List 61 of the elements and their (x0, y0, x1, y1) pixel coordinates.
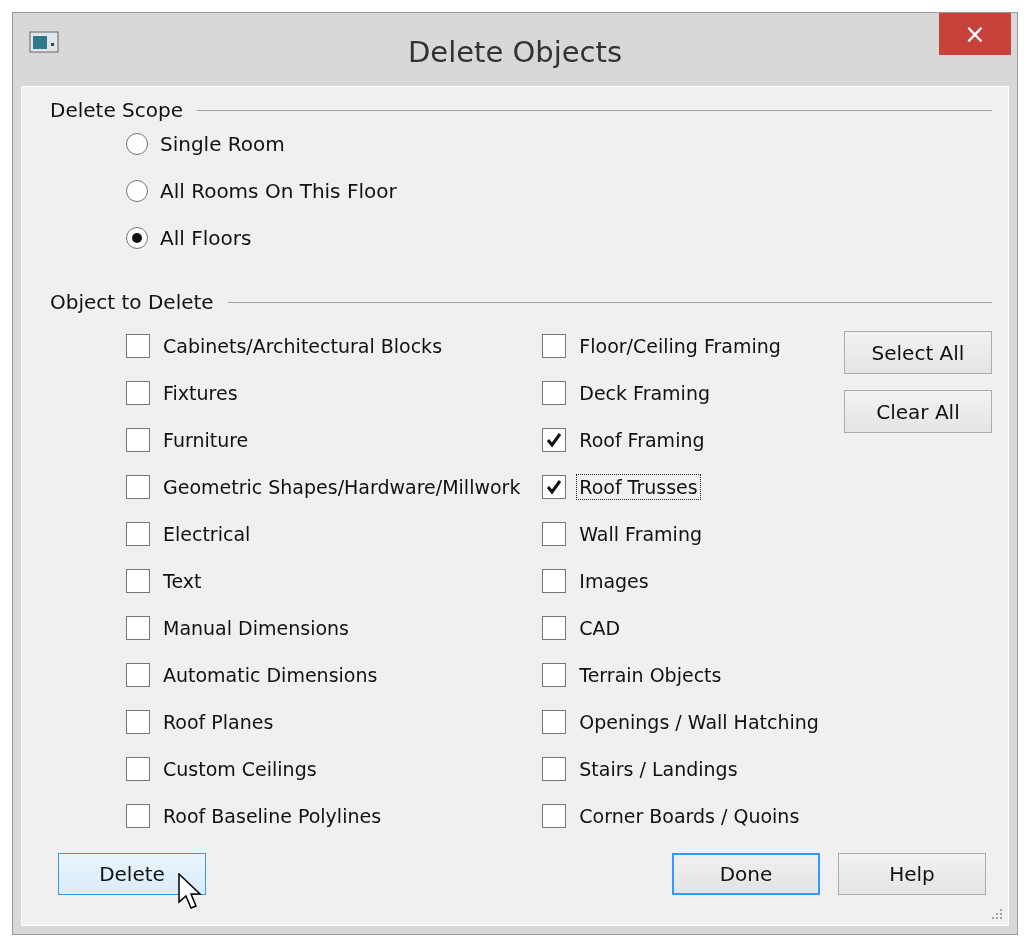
checkbox[interactable] (126, 569, 150, 593)
checkbox[interactable] (542, 334, 567, 358)
window-title: Delete Objects (407, 34, 623, 69)
checkbox-label: Images (578, 569, 650, 594)
checkbox-label: Electrical (162, 522, 252, 547)
checkbox-label: Custom Ceilings (162, 757, 318, 782)
checkbox-label: Geometric Shapes/Hardware/Millwork (162, 475, 522, 500)
checkbox-label: Cabinets/Architectural Blocks (162, 334, 444, 359)
checkbox-label: Floor/Ceiling Framing (578, 334, 782, 359)
checkbox-label: Corner Boards / Quoins (578, 804, 801, 829)
checkbox-label: Text (162, 569, 203, 594)
radio-button[interactable] (126, 227, 148, 249)
checkbox[interactable] (126, 804, 150, 828)
dialog-button[interactable]: Help (838, 853, 986, 895)
side-button[interactable]: Clear All (844, 390, 992, 433)
checkbox-label: CAD (578, 616, 622, 641)
radio-label: All Rooms On This Floor (160, 179, 397, 203)
checkbox[interactable] (126, 381, 150, 405)
checkbox-label: Manual Dimensions (162, 616, 350, 641)
checkbox-label: Fixtures (162, 381, 239, 406)
checkbox[interactable] (542, 616, 567, 640)
app-icon (29, 31, 59, 53)
dialog-button[interactable]: Done (672, 853, 820, 895)
checkbox[interactable] (542, 475, 567, 499)
checkbox[interactable] (542, 710, 567, 734)
radio-label: All Floors (160, 226, 252, 250)
checkbox[interactable] (126, 475, 150, 499)
checkbox[interactable] (126, 428, 150, 452)
checkbox[interactable] (542, 522, 567, 546)
group-heading: Object to Delete (50, 290, 214, 314)
checkbox[interactable] (126, 616, 150, 640)
checkbox[interactable] (542, 804, 567, 828)
radio-button[interactable] (126, 133, 148, 155)
radio-label: Single Room (160, 132, 285, 156)
checkbox-label: Roof Framing (578, 428, 706, 453)
checkbox-label: Deck Framing (578, 381, 711, 406)
checkbox[interactable] (542, 663, 567, 687)
mouse-pointer-icon (178, 873, 204, 911)
checkbox-label: Roof Baseline Polylines (162, 804, 383, 829)
checkbox-label: Automatic Dimensions (162, 663, 379, 688)
checkbox[interactable] (542, 757, 567, 781)
radio-button[interactable] (126, 180, 148, 202)
checkbox[interactable] (126, 522, 150, 546)
checkbox[interactable] (126, 757, 150, 781)
checkbox[interactable] (542, 569, 567, 593)
checkbox[interactable] (542, 428, 567, 452)
checkbox-label: Openings / Wall Hatching (578, 710, 820, 735)
checkbox[interactable] (126, 710, 150, 734)
checkbox-label: Stairs / Landings (578, 757, 739, 782)
side-button[interactable]: Select All (844, 331, 992, 374)
checkbox-label: Wall Framing (578, 522, 703, 547)
checkbox-label: Roof Planes (162, 710, 275, 735)
checkbox[interactable] (542, 381, 567, 405)
group-heading: Delete Scope (50, 98, 183, 122)
checkbox-label: Furniture (162, 428, 250, 453)
checkbox-label: Terrain Objects (578, 663, 723, 688)
close-button[interactable]: × (939, 13, 1011, 55)
checkbox[interactable] (126, 663, 150, 687)
checkbox[interactable] (126, 334, 150, 358)
dialog-button[interactable]: Delete (58, 853, 206, 895)
checkbox-label: Roof Trusses (576, 474, 701, 500)
